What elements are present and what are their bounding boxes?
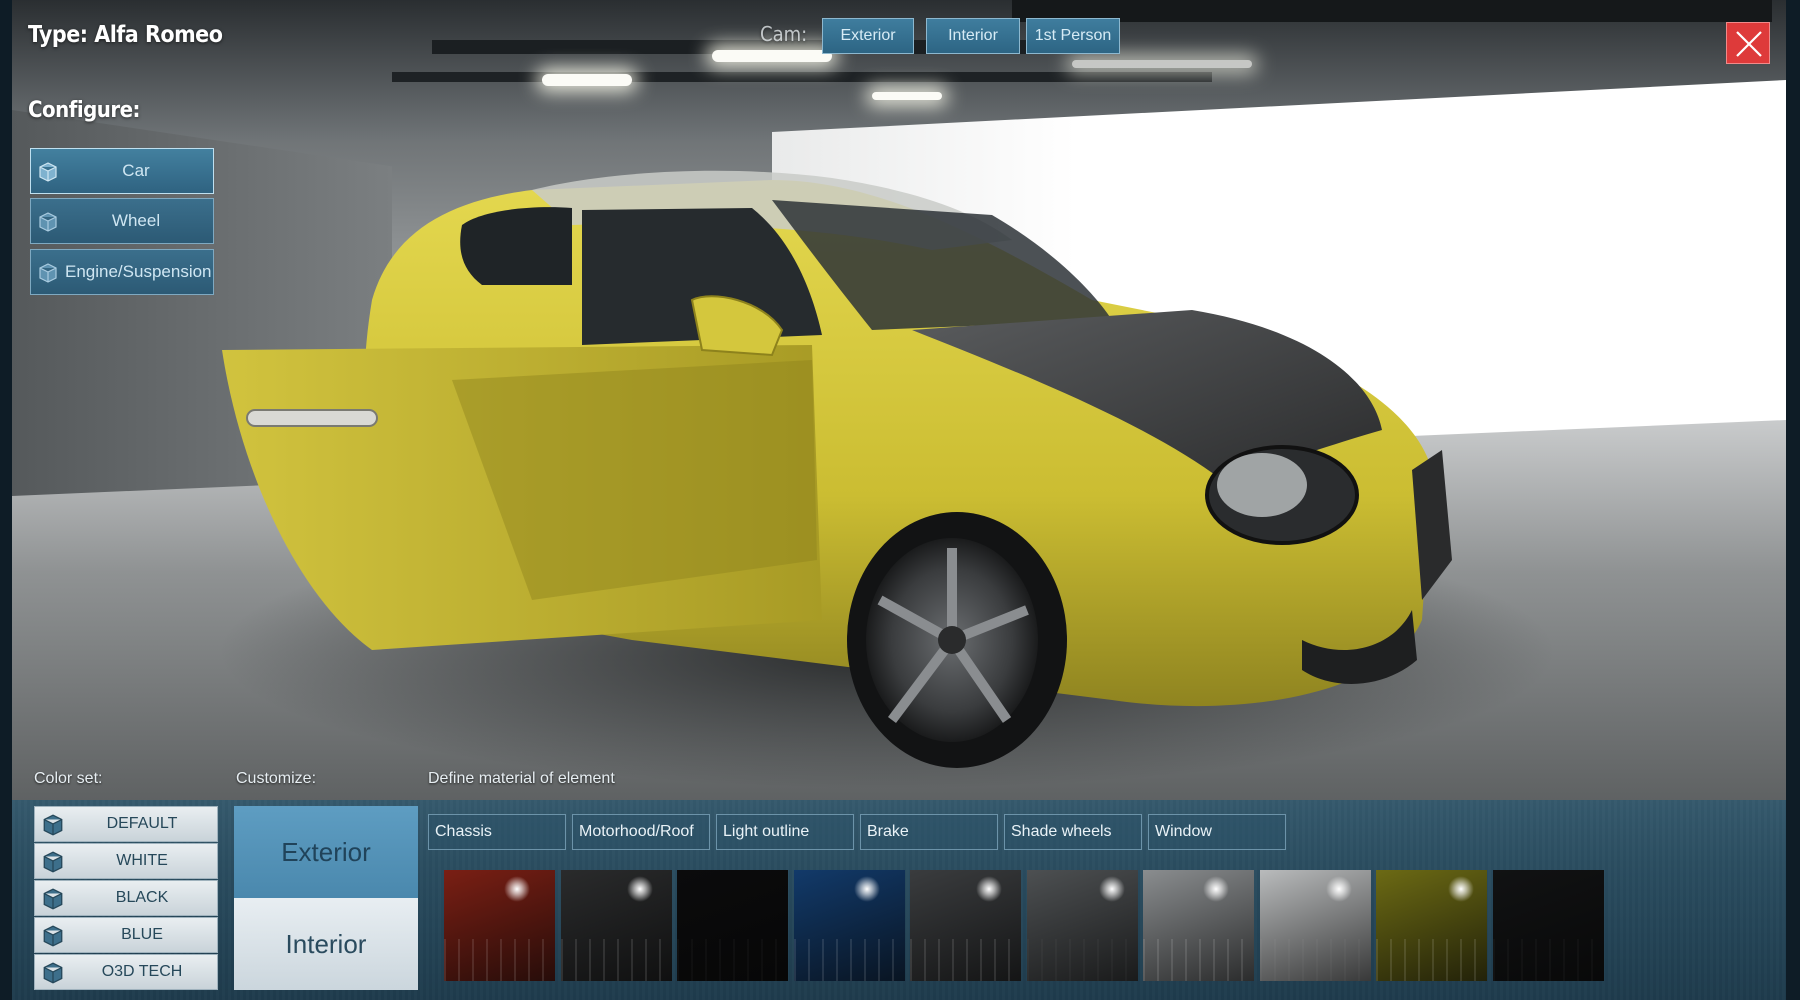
headlight-lens (1217, 453, 1307, 517)
swatch-highlight (626, 876, 653, 902)
customize-label: Customize: (236, 770, 317, 787)
app-window: Type: Alfa Romeo Cam: Exterior Interior … (0, 0, 1800, 1000)
swatch-highlight (504, 876, 530, 902)
color-set-blue-button[interactable]: BLUE (34, 917, 218, 953)
tab-label: Exterior (840, 27, 896, 44)
red-material[interactable] (444, 870, 555, 981)
color-set-label: Color set: (34, 770, 103, 787)
cube-icon (43, 851, 63, 873)
rear-window (460, 207, 572, 285)
configure-title: Configure: (28, 98, 140, 123)
graphite-material[interactable] (1026, 870, 1138, 981)
color-set-black-button[interactable]: BLACK (34, 880, 218, 916)
car-model[interactable] (12, 0, 1786, 800)
yellow-material[interactable] (1376, 870, 1487, 981)
swatch-reflection (444, 939, 555, 981)
element-light-outline-tab[interactable]: Light outline (716, 814, 854, 850)
customize-exterior-button[interactable]: Exterior (234, 806, 418, 898)
color-set-o3d-tech-button[interactable]: O3D TECH (34, 954, 218, 990)
swatch-reflection (1492, 939, 1604, 981)
swatch-highlight (1448, 876, 1474, 902)
close-icon (1736, 31, 1762, 57)
tab-label: Interior (948, 27, 998, 44)
dark-chrome-material[interactable] (560, 870, 672, 981)
customize-interior-button[interactable]: Interior (234, 898, 418, 990)
customize-label: Interior (285, 928, 367, 959)
tab-camera-first-person[interactable]: 1st Person (1026, 18, 1120, 54)
swatch-highlight (1325, 876, 1352, 902)
swatch-reflection (560, 939, 672, 981)
color-set-white-button[interactable]: WHITE (34, 843, 218, 879)
color-set-label: BLACK (115, 889, 169, 906)
frame-border-left (0, 0, 12, 1000)
silver-material[interactable] (1143, 870, 1254, 981)
element-motorhood-roof-tab[interactable]: Motorhood/Roof (572, 814, 710, 850)
tab-camera-interior[interactable]: Interior (926, 18, 1020, 54)
element-shade-wheels-tab[interactable]: Shade wheels (1004, 814, 1142, 850)
close-button[interactable] (1726, 22, 1770, 64)
cube-icon (39, 162, 57, 182)
swatch-reflection (1376, 939, 1487, 981)
cube-icon (43, 814, 63, 836)
customize-label: Exterior (281, 836, 371, 867)
swatch-reflection (910, 939, 1021, 981)
configure-engine-suspension-button[interactable]: Engine/Suspension (30, 249, 214, 295)
swatch-highlight (1098, 876, 1125, 902)
element-brake-tab[interactable]: Brake (860, 814, 998, 850)
configure-item-label: Engine/Suspension (65, 262, 212, 281)
swatch-reflection (793, 939, 905, 981)
define-material-label: Define material of element (428, 770, 615, 787)
car-type-title: Type: Alfa Romeo (28, 22, 223, 48)
wheel-hub (938, 626, 966, 654)
color-set-label: WHITE (116, 852, 168, 869)
configure-car-button[interactable]: Car (30, 148, 214, 194)
blue-material[interactable] (793, 870, 905, 981)
color-set-label: BLUE (121, 926, 163, 943)
swatch-highlight (853, 876, 880, 902)
swatch-reflection (1143, 939, 1254, 981)
element-chassis-tab[interactable]: Chassis (428, 814, 566, 850)
swatch-reflection (1259, 939, 1371, 981)
swatch-reflection (1026, 939, 1138, 981)
camera-label: Cam: (760, 22, 808, 46)
configure-wheel-button[interactable]: Wheel (30, 198, 214, 244)
black-material[interactable] (677, 870, 788, 981)
cube-icon (43, 925, 63, 947)
configure-item-label: Car (122, 161, 150, 180)
swatch-highlight (976, 876, 1002, 902)
cube-icon (39, 212, 57, 232)
configure-item-label: Wheel (111, 211, 161, 230)
tab-label: 1st Person (1034, 27, 1112, 44)
cube-icon (43, 962, 63, 984)
color-set-label: O3D TECH (101, 963, 183, 980)
swatch-reflection (677, 939, 788, 981)
door-handle (246, 409, 378, 427)
light-grey-material[interactable] (1259, 870, 1371, 981)
cube-icon (39, 263, 57, 283)
color-set-default-button[interactable]: DEFAULT (34, 806, 218, 842)
tab-camera-exterior[interactable]: Exterior (822, 18, 914, 54)
color-set-label: DEFAULT (106, 815, 178, 832)
carbon-material[interactable] (1492, 870, 1604, 981)
element-window-tab[interactable]: Window (1148, 814, 1286, 850)
frame-border-right (1786, 0, 1800, 1000)
cube-icon (43, 888, 63, 910)
gunmetal-material[interactable] (910, 870, 1021, 981)
swatch-highlight (1203, 876, 1229, 902)
